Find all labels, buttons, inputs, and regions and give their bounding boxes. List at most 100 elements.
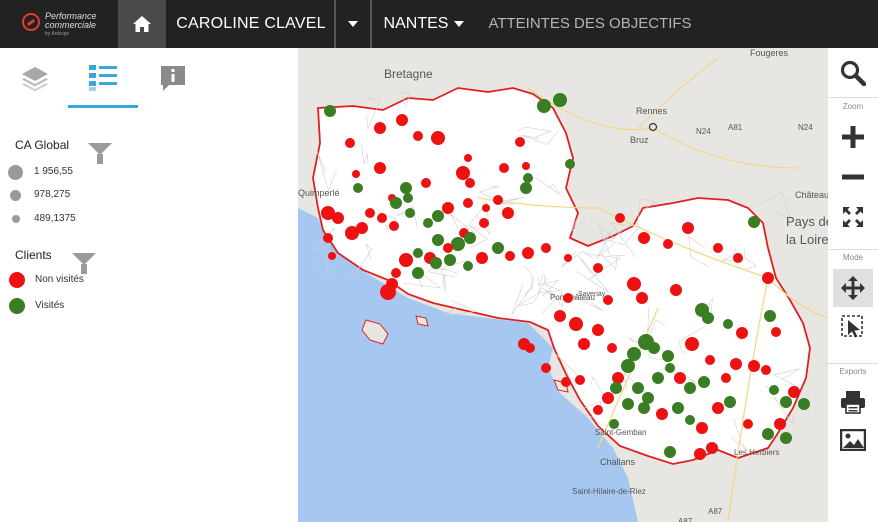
client-marker-not-visited[interactable] — [561, 377, 571, 387]
client-marker-not-visited[interactable] — [575, 375, 585, 385]
client-marker-not-visited[interactable] — [705, 355, 715, 365]
client-marker-visited[interactable] — [405, 208, 415, 218]
client-marker-not-visited[interactable] — [615, 213, 625, 223]
client-marker-visited[interactable] — [684, 382, 696, 394]
client-marker-not-visited[interactable] — [413, 131, 423, 141]
client-marker-visited[interactable] — [652, 372, 664, 384]
client-marker-visited[interactable] — [403, 193, 413, 203]
client-marker-not-visited[interactable] — [505, 251, 515, 261]
home-button[interactable] — [118, 0, 166, 48]
client-marker-not-visited[interactable] — [762, 272, 774, 284]
client-marker-not-visited[interactable] — [736, 327, 748, 339]
client-marker-not-visited[interactable] — [563, 293, 573, 303]
pan-mode-button[interactable] — [833, 269, 873, 307]
client-marker-not-visited[interactable] — [638, 232, 650, 244]
client-marker-not-visited[interactable] — [515, 137, 525, 147]
client-marker-not-visited[interactable] — [771, 327, 781, 337]
client-marker-not-visited[interactable] — [396, 114, 408, 126]
client-marker-not-visited[interactable] — [564, 254, 572, 262]
client-marker-not-visited[interactable] — [499, 163, 509, 173]
client-marker-visited[interactable] — [553, 93, 567, 107]
app-logo[interactable]: Performance commerciale by Anticipe — [0, 0, 118, 48]
client-marker-not-visited[interactable] — [713, 243, 723, 253]
client-marker-not-visited[interactable] — [482, 204, 490, 212]
filter-icon[interactable] — [72, 253, 96, 274]
client-marker-visited[interactable] — [665, 363, 675, 373]
client-marker-not-visited[interactable] — [627, 277, 641, 291]
client-marker-not-visited[interactable] — [374, 122, 386, 134]
client-marker-visited[interactable] — [698, 376, 710, 388]
client-marker-not-visited[interactable] — [380, 284, 396, 300]
tab-legend[interactable] — [68, 48, 138, 108]
client-marker-not-visited[interactable] — [602, 392, 614, 404]
client-marker-not-visited[interactable] — [636, 292, 648, 304]
client-marker-visited[interactable] — [780, 396, 792, 408]
client-marker-visited[interactable] — [463, 261, 473, 271]
client-marker-visited[interactable] — [723, 319, 733, 329]
client-marker-not-visited[interactable] — [593, 405, 603, 415]
client-marker-not-visited[interactable] — [743, 419, 753, 429]
client-marker-visited[interactable] — [622, 398, 634, 410]
client-marker-not-visited[interactable] — [391, 268, 401, 278]
client-marker-visited[interactable] — [353, 183, 363, 193]
client-marker-not-visited[interactable] — [578, 338, 590, 350]
client-marker-visited[interactable] — [565, 159, 575, 169]
client-marker-not-visited[interactable] — [464, 154, 472, 162]
client-marker-visited[interactable] — [769, 385, 779, 395]
client-marker-not-visited[interactable] — [721, 373, 731, 383]
client-marker-not-visited[interactable] — [663, 239, 673, 249]
client-marker-not-visited[interactable] — [443, 243, 453, 253]
client-marker-visited[interactable] — [798, 398, 810, 410]
client-marker-visited[interactable] — [537, 99, 551, 113]
client-marker-not-visited[interactable] — [730, 358, 742, 370]
client-marker-not-visited[interactable] — [761, 365, 771, 375]
client-marker-visited[interactable] — [609, 419, 619, 429]
client-marker-visited[interactable] — [464, 232, 476, 244]
client-marker-visited[interactable] — [412, 267, 424, 279]
client-marker-not-visited[interactable] — [674, 372, 686, 384]
client-marker-visited[interactable] — [451, 237, 465, 251]
client-marker-not-visited[interactable] — [463, 198, 473, 208]
client-marker-visited[interactable] — [648, 342, 660, 354]
client-marker-not-visited[interactable] — [365, 208, 375, 218]
client-marker-visited[interactable] — [430, 257, 442, 269]
client-marker-not-visited[interactable] — [377, 213, 387, 223]
client-marker-not-visited[interactable] — [352, 170, 360, 178]
client-marker-visited[interactable] — [748, 216, 760, 228]
tab-layers[interactable] — [0, 48, 70, 108]
client-marker-visited[interactable] — [423, 218, 433, 228]
client-marker-not-visited[interactable] — [328, 252, 336, 260]
client-marker-visited[interactable] — [662, 350, 674, 362]
client-marker-not-visited[interactable] — [389, 221, 399, 231]
client-marker-visited[interactable] — [324, 105, 336, 117]
client-marker-visited[interactable] — [702, 312, 714, 324]
client-marker-not-visited[interactable] — [541, 243, 551, 253]
client-marker-visited[interactable] — [685, 415, 695, 425]
client-marker-not-visited[interactable] — [479, 218, 489, 228]
select-mode-button[interactable] — [833, 308, 873, 346]
client-marker-visited[interactable] — [764, 310, 776, 322]
client-marker-not-visited[interactable] — [502, 207, 514, 219]
map-canvas[interactable]: Bretagne Rennes Bruz Fougeres Quimperlé Châte… — [298, 48, 828, 522]
client-marker-not-visited[interactable] — [518, 338, 530, 350]
client-marker-visited[interactable] — [724, 396, 736, 408]
client-marker-not-visited[interactable] — [442, 202, 454, 214]
client-marker-not-visited[interactable] — [554, 310, 566, 322]
client-marker-not-visited[interactable] — [788, 386, 800, 398]
client-marker-not-visited[interactable] — [733, 253, 743, 263]
client-marker-not-visited[interactable] — [592, 324, 604, 336]
client-marker-visited[interactable] — [672, 402, 684, 414]
client-marker-not-visited[interactable] — [612, 372, 624, 384]
client-marker-visited[interactable] — [400, 182, 412, 194]
client-marker-visited[interactable] — [390, 197, 402, 209]
client-marker-visited[interactable] — [523, 173, 533, 183]
client-marker-visited[interactable] — [520, 182, 532, 194]
client-marker-not-visited[interactable] — [356, 222, 368, 234]
client-marker-visited[interactable] — [413, 248, 423, 258]
objectives-link[interactable]: ATTEINTES DES OBJECTIFS — [480, 0, 700, 48]
client-marker-not-visited[interactable] — [431, 131, 445, 145]
zoom-in-button[interactable] — [833, 118, 873, 156]
client-marker-visited[interactable] — [444, 254, 456, 266]
client-marker-not-visited[interactable] — [476, 252, 488, 264]
client-marker-not-visited[interactable] — [569, 317, 583, 331]
